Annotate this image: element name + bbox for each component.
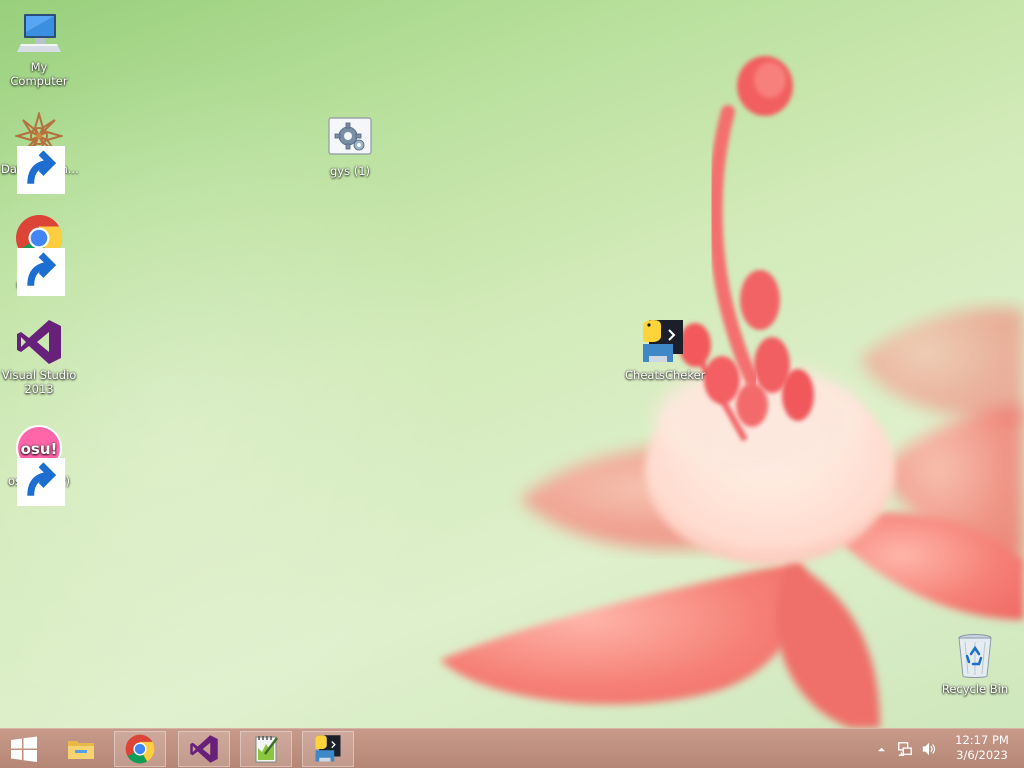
desktop-icon-label: Visual Studio 2013 <box>1 368 77 396</box>
windows-logo-icon <box>11 736 37 762</box>
gys-icon-item[interactable]: gys (1) <box>312 114 388 178</box>
shortcut-arrow-icon <box>17 248 65 296</box>
desktop-icon-label: Recycle Bin <box>941 682 1009 696</box>
chrome-icon <box>125 734 155 764</box>
taskbar: 12:17 PM 3/6/2023 <box>0 728 1024 768</box>
desktop-icon-label: My Computer <box>10 60 68 88</box>
datawagon-icon <box>15 112 65 194</box>
start-button[interactable] <box>0 729 48 768</box>
desktop-icon-label: gys (1) <box>329 164 371 178</box>
visual-studio-icon-item[interactable]: Visual Studio 2013 <box>1 318 77 396</box>
recycle-bin-icon <box>951 632 999 680</box>
cheatchecker-icon-item[interactable]: CheatsCheker <box>625 318 706 382</box>
shortcut-arrow-icon <box>17 146 65 194</box>
taskbar-file-explorer-button[interactable] <box>55 731 107 767</box>
computer-icon <box>15 10 63 58</box>
datawagon-icon-item[interactable]: DataWagon... <box>1 112 79 194</box>
settings-file-icon <box>326 114 374 162</box>
clock-date: 3/6/2023 <box>956 748 1008 762</box>
chevron-up-icon <box>877 747 885 751</box>
desktop[interactable]: My Computer D <box>0 0 1024 728</box>
osu-lazer-icon-item[interactable]: osu! osu!(lazer) <box>1 424 77 506</box>
volume-tray-button[interactable] <box>918 729 940 768</box>
taskbar-notepad-plus-plus-button[interactable] <box>240 731 292 767</box>
taskbar-visual-studio-button[interactable] <box>178 731 230 767</box>
visual-studio-icon <box>15 318 63 366</box>
wallpaper-flower <box>440 56 1024 728</box>
show-hidden-icons-button[interactable] <box>872 729 890 768</box>
clock-time: 12:17 PM <box>955 733 1009 747</box>
chrome-icon <box>15 214 65 296</box>
taskbar-clock[interactable]: 12:17 PM 3/6/2023 <box>944 733 1020 763</box>
visual-studio-icon <box>190 735 218 763</box>
taskbar-cheatchecker-button[interactable] <box>302 731 354 767</box>
osu-logo-text: osu! <box>21 440 58 458</box>
desktop-icon-label: CheatsCheker <box>625 368 706 382</box>
my-computer-icon-item[interactable]: My Computer <box>1 10 77 88</box>
folder-icon <box>68 741 94 759</box>
network-tray-button[interactable] <box>894 729 916 768</box>
google-chrome-icon-item[interactable]: Google Chrome <box>1 214 77 296</box>
shortcut-arrow-icon <box>17 458 65 506</box>
recycle-bin-icon-item[interactable]: Recycle Bin <box>937 632 1013 696</box>
network-icon <box>898 742 912 756</box>
taskbar-chrome-button[interactable] <box>114 731 166 767</box>
python-console-icon <box>315 735 341 762</box>
osu-icon: osu! <box>15 424 65 506</box>
python-console-icon <box>639 318 687 366</box>
speaker-icon <box>922 742 936 756</box>
notepad-icon <box>255 736 278 763</box>
